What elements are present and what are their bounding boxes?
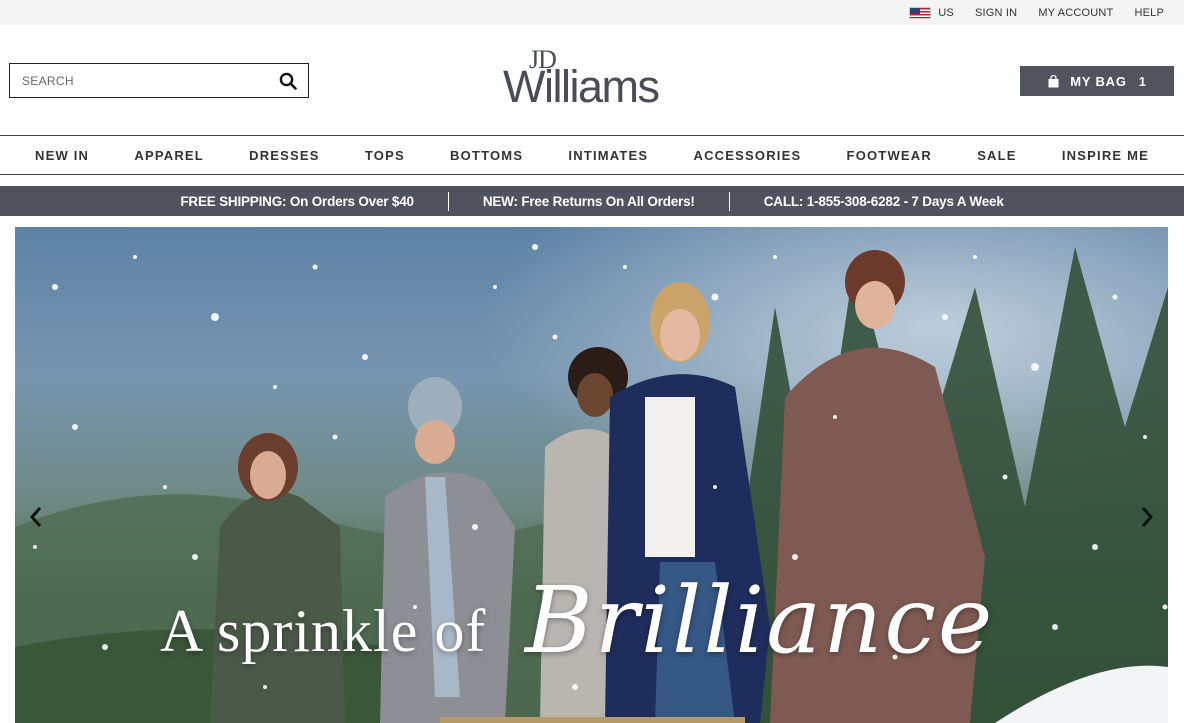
promo-phone[interactable]: CALL: 1-855-308-6282 - 7 Days A Week [764, 194, 1004, 209]
nav-item-dresses[interactable]: DRESSES [249, 148, 320, 163]
promo-divider [447, 191, 449, 211]
promo-divider [728, 191, 730, 211]
nav-item-intimates[interactable]: INTIMATES [568, 148, 648, 163]
help-link[interactable]: HELP [1134, 7, 1164, 19]
site-logo[interactable]: JD Williams [503, 43, 683, 118]
hero-cta-button[interactable] [440, 717, 745, 723]
nav-item-bottoms[interactable]: BOTTOMS [450, 148, 523, 163]
utility-links: US SIGN IN MY ACCOUNT HELP [888, 0, 1164, 25]
promo-free-shipping[interactable]: FREE SHIPPING: On Orders Over $40 [180, 194, 414, 209]
shopping-bag-icon [1048, 74, 1059, 87]
promo-free-returns[interactable]: NEW: Free Returns On All Orders! [483, 194, 695, 209]
nav-item-tops[interactable]: TOPS [365, 148, 405, 163]
hero-banner[interactable]: A sprinkle of Brilliance [15, 227, 1168, 723]
us-flag-icon [909, 6, 932, 19]
my-bag-button[interactable]: MY BAG 1 [1020, 66, 1174, 96]
site-header: JD Williams MY BAG 1 [0, 25, 1184, 135]
nav-item-accessories[interactable]: ACCESSORIES [694, 148, 802, 163]
locale-code: US [938, 6, 954, 19]
hero-headline: A sprinkle of Brilliance [160, 567, 1040, 677]
chevron-right-icon[interactable] [1136, 503, 1158, 531]
sign-in-link[interactable]: SIGN IN [975, 7, 1017, 19]
nav-item-inspire-me[interactable]: INSPIRE ME [1062, 148, 1149, 163]
nav-item-footwear[interactable]: FOOTWEAR [847, 148, 932, 163]
hero-headline-script: Brilliance [525, 567, 995, 674]
logo-williams: Williams [503, 61, 660, 112]
search-input[interactable] [10, 73, 260, 88]
promo-strip: FREE SHIPPING: On Orders Over $40 NEW: F… [0, 186, 1184, 216]
locale-selector[interactable]: US [909, 6, 954, 19]
hero-headline-prefix: A sprinkle of [160, 598, 487, 664]
utility-bar: US SIGN IN MY ACCOUNT HELP [0, 0, 1184, 25]
nav-item-apparel[interactable]: APPAREL [134, 148, 204, 163]
search-box [9, 63, 309, 98]
search-icon[interactable] [279, 72, 297, 90]
chevron-left-icon[interactable] [25, 503, 47, 531]
bag-count: 1 [1138, 73, 1147, 89]
bag-label: MY BAG [1070, 73, 1127, 89]
nav-item-sale[interactable]: SALE [977, 148, 1016, 163]
my-account-link[interactable]: MY ACCOUNT [1038, 7, 1113, 19]
main-nav: NEW IN APPAREL DRESSES TOPS BOTTOMS INTI… [0, 135, 1184, 175]
nav-item-new-in[interactable]: NEW IN [35, 148, 89, 163]
